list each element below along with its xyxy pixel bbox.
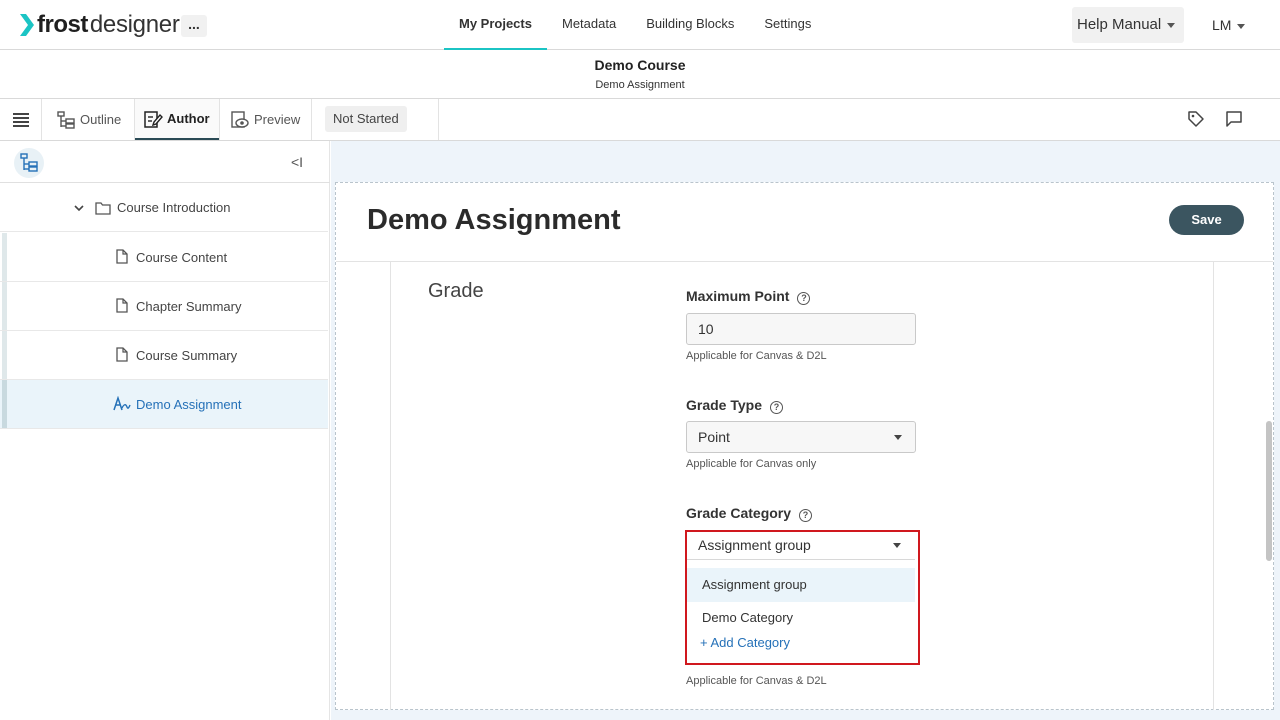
tree-item-indicator <box>2 331 7 379</box>
course-title: Demo Course <box>594 57 686 73</box>
tag-icon[interactable] <box>1187 110 1205 128</box>
maximum-point-label-text: Maximum Point <box>686 288 790 304</box>
folder-icon <box>95 202 111 215</box>
tab-preview-label: Preview <box>254 111 301 127</box>
help-icon[interactable]: ? <box>797 292 811 305</box>
tree-item-indicator <box>2 282 7 330</box>
comment-icon[interactable] <box>1225 110 1243 128</box>
tree-item-course-summary[interactable]: Course Summary <box>0 331 328 380</box>
section-title: Grade <box>428 280 484 302</box>
editor-toolbar: Outline Author Preview Not Started <box>0 99 1280 141</box>
tree-item-label: Chapter Summary <box>136 299 242 314</box>
main-nav: My Projects Metadata Building Blocks Set… <box>444 0 826 50</box>
assignment-icon <box>113 396 131 411</box>
top-navbar: frost designer ... My Projects Metadata … <box>0 0 1280 50</box>
help-manual-button[interactable]: Help Manual <box>1072 7 1184 43</box>
tree-item-indicator <box>2 233 7 281</box>
tab-author[interactable]: Author <box>135 99 219 140</box>
preview-eye-icon <box>231 110 249 128</box>
tree-item-demo-assignment[interactable]: Demo Assignment <box>0 380 328 429</box>
help-icon[interactable]: ? <box>799 509 813 522</box>
caret-down-icon <box>894 435 902 440</box>
page-icon <box>116 249 128 264</box>
grade-type-select[interactable]: Point <box>686 421 916 453</box>
user-menu-button[interactable]: LM <box>1212 17 1246 33</box>
tree-item-chapter-summary[interactable]: Chapter Summary <box>0 282 328 331</box>
toolbar-divider <box>219 99 220 140</box>
tree-item-label: Course Introduction <box>117 200 231 215</box>
tree-view-icon <box>20 153 38 172</box>
tree-item-label: Demo Assignment <box>136 397 242 412</box>
app-root: frost designer ... My Projects Metadata … <box>0 0 1280 720</box>
tree-item-indicator <box>2 380 7 428</box>
nav-metadata[interactable]: Metadata <box>547 0 631 50</box>
course-header: Demo Course Demo Assignment <box>0 50 1280 99</box>
hamburger-icon <box>13 113 29 127</box>
save-button[interactable]: Save <box>1169 205 1244 235</box>
page-title: Demo Assignment <box>367 204 621 236</box>
grade-type-label-text: Grade Type <box>686 397 762 413</box>
caret-down-icon <box>1167 22 1176 28</box>
help-manual-label: Help Manual <box>1077 16 1162 33</box>
help-icon[interactable]: ? <box>770 401 783 414</box>
maximum-point-input[interactable]: 10 <box>686 313 916 345</box>
collapse-icon: <I <box>291 154 304 170</box>
grade-type-hint: Applicable for Canvas only <box>686 458 817 470</box>
logo-bold-text: frost <box>37 11 88 38</box>
more-button[interactable]: ... <box>181 15 207 37</box>
tab-outline-label: Outline <box>80 111 122 127</box>
caret-down-icon <box>1237 23 1246 29</box>
tree-item-course-introduction[interactable]: Course Introduction <box>0 183 328 232</box>
toolbar-divider <box>438 99 439 140</box>
tree-item-label: Course Summary <box>136 348 238 363</box>
tab-preview[interactable]: Preview <box>230 99 300 140</box>
vertical-scrollbar[interactable] <box>1266 421 1272 561</box>
user-initials: LM <box>1212 17 1232 33</box>
maximum-point-hint: Applicable for Canvas & D2L <box>686 350 827 362</box>
tab-outline[interactable]: Outline <box>56 99 121 140</box>
outline-tree-icon <box>57 110 75 129</box>
maximum-point-label: Maximum Point? <box>686 288 811 305</box>
card-header: Demo Assignment Save <box>336 183 1273 262</box>
course-subtitle: Demo Assignment <box>595 79 685 91</box>
nav-settings[interactable]: Settings <box>749 0 826 50</box>
outline-sidebar: <I Course Introduction Course Content Ch… <box>0 141 330 720</box>
author-edit-icon <box>144 110 163 128</box>
sidebar-header: <I <box>0 141 330 183</box>
grade-type-label: Grade Type? <box>686 397 783 414</box>
highlight-outline <box>685 530 920 665</box>
nav-building-blocks[interactable]: Building Blocks <box>631 0 749 50</box>
tree-item-course-content[interactable]: Course Content <box>0 233 328 282</box>
status-badge[interactable]: Not Started <box>325 106 407 132</box>
collapse-sidebar-button[interactable]: <I <box>291 154 303 170</box>
hamburger-menu-button[interactable] <box>0 99 42 140</box>
logo-light-text: designer <box>89 11 180 38</box>
page-icon <box>116 298 128 313</box>
grade-category-label: Grade Category? <box>686 505 813 522</box>
tree-item-label: Course Content <box>136 250 228 265</box>
tab-author-label: Author <box>167 110 210 126</box>
page-icon <box>116 347 128 362</box>
nav-my-projects[interactable]: My Projects <box>444 0 547 50</box>
toolbar-divider <box>311 99 312 140</box>
maximum-point-value: 10 <box>698 321 714 337</box>
logo-arrow-icon <box>20 14 34 36</box>
grade-category-hint: Applicable for Canvas & D2L <box>686 675 827 687</box>
chevron-down-icon[interactable] <box>73 202 85 214</box>
grade-category-label-text: Grade Category <box>686 505 792 521</box>
app-logo[interactable]: frost designer <box>20 10 180 40</box>
grade-type-value: Point <box>698 429 730 445</box>
tree-view-button[interactable] <box>14 148 44 178</box>
